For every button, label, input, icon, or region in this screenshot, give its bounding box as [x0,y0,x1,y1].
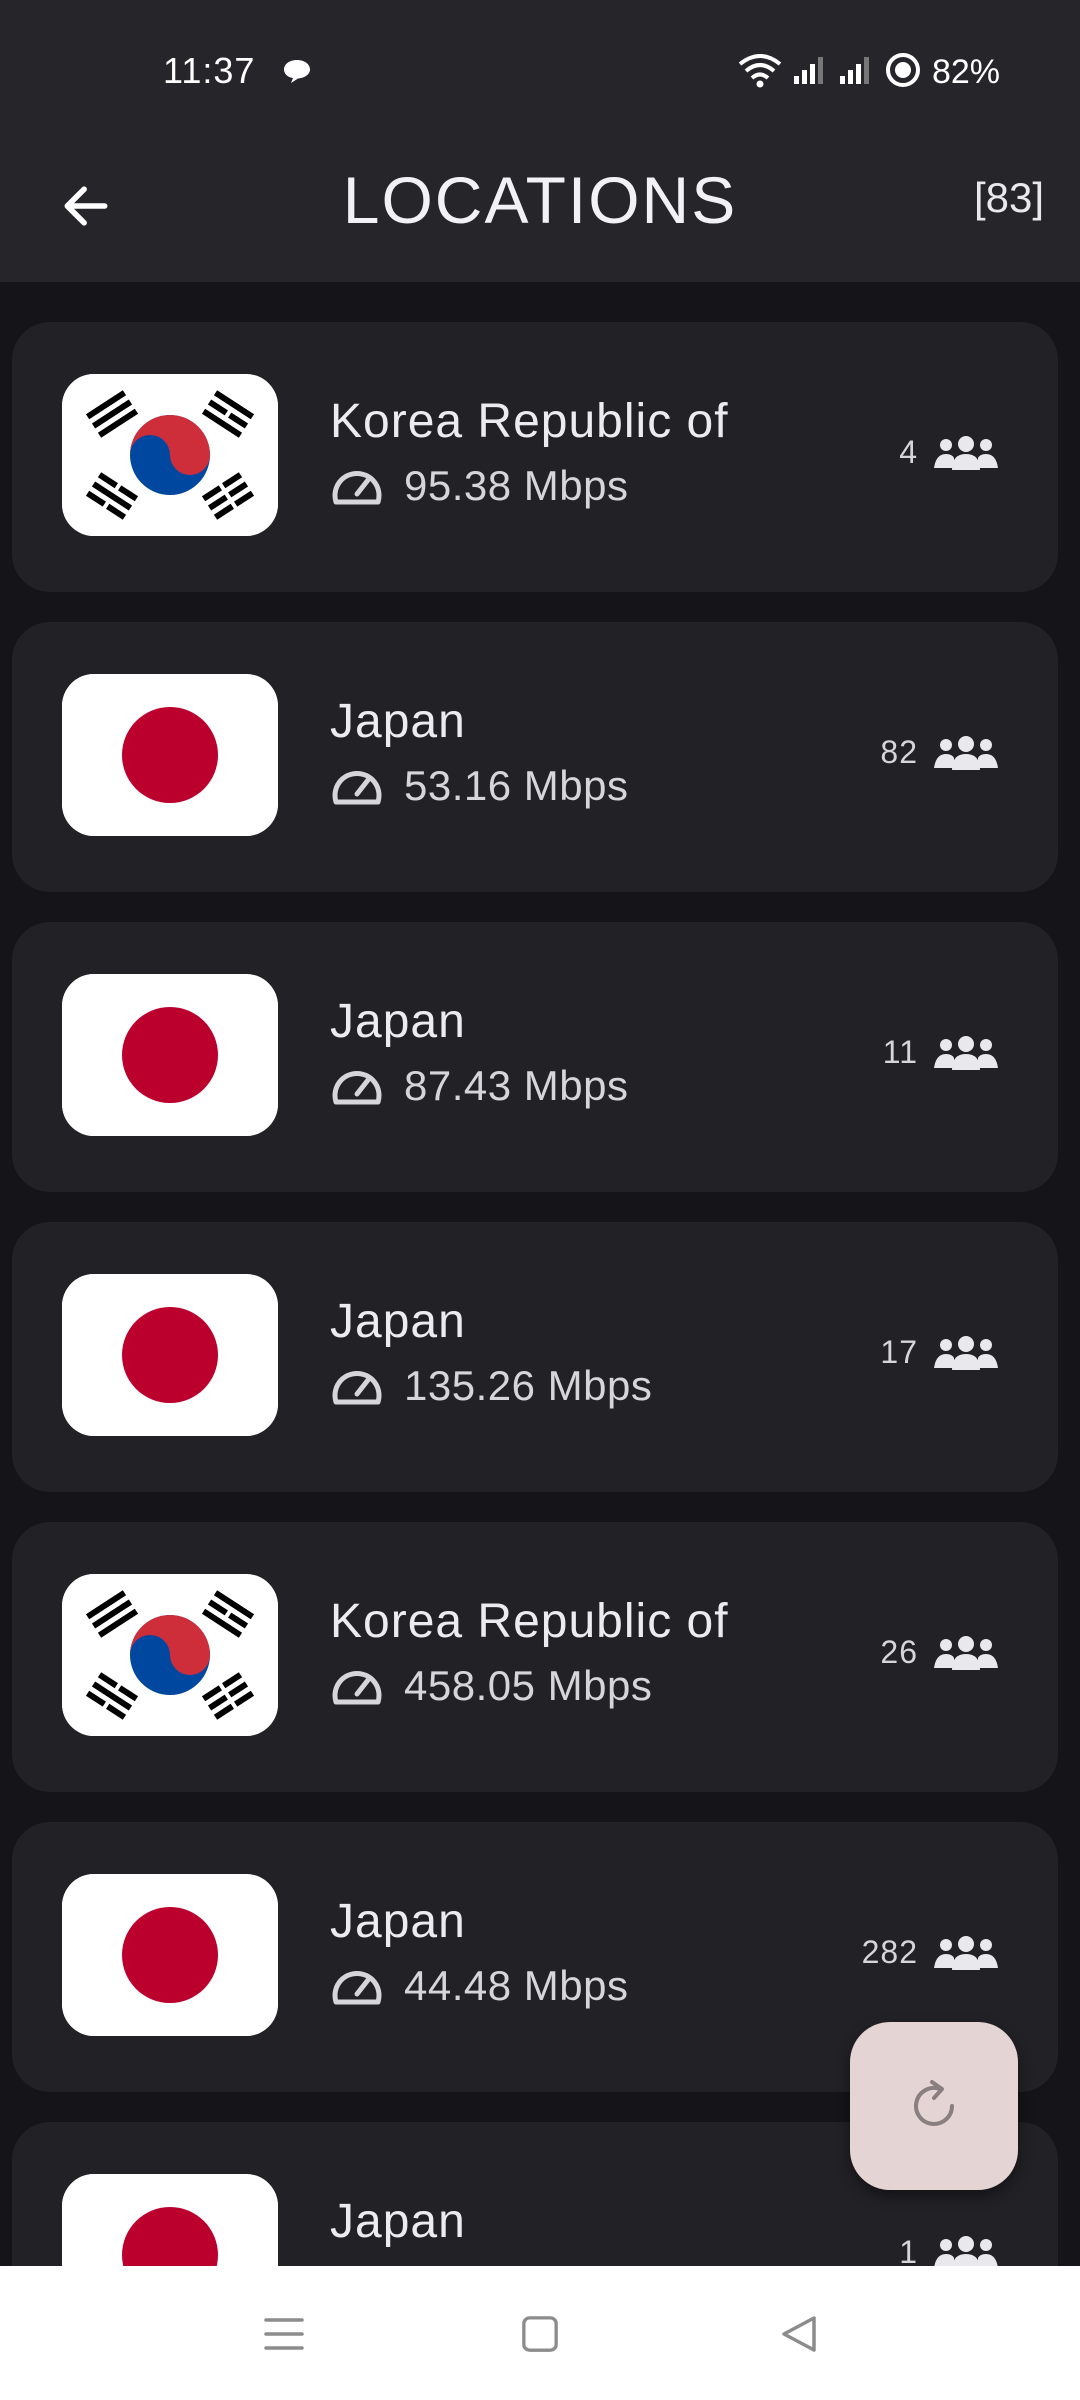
location-card[interactable]: Japan 135.26 Mbps 17 [12,1222,1058,1492]
japan-flag-icon [62,1874,278,2036]
japan-flag-icon [62,974,278,1136]
page-title: LOCATIONS [342,163,738,237]
users-group-icon [934,1635,998,1670]
country-name: Japan [330,995,466,1048]
nav-home-button[interactable] [510,2304,570,2364]
user-count: 26 [880,1634,918,1670]
users-info: 282 [862,1934,998,1971]
refresh-icon [914,2080,954,2126]
system-nav-bar [0,2266,1080,2400]
speedometer-icon [332,470,382,505]
users-info: 4 [899,434,998,471]
country-name: Japan [330,695,466,748]
speed-value: 135.26 Mbps [404,1362,653,1409]
speedometer-icon [332,1370,382,1405]
user-count: 4 [899,434,918,470]
users-group-icon [934,1035,998,1070]
users-group-icon [934,435,998,470]
japan-flag-icon [62,2174,278,2266]
speed-value: 95.38 Mbps [404,462,629,509]
speedometer-icon [332,770,382,805]
korea-flag-icon [62,374,278,536]
user-count: 282 [861,1934,918,1970]
users-info: 11 [883,1034,998,1071]
app-bar: LOCATIONS [83] [0,140,1080,282]
japan-flag-icon [62,674,278,836]
triangle-back-icon [782,2316,816,2352]
speed-row: 44.48 Mbps [330,1962,628,2010]
location-count: [83] [973,174,1044,221]
status-bar: 11:37 82% [0,0,1080,140]
speed-row: 87.43 Mbps [330,1062,628,1110]
user-count: 1 [899,2234,918,2266]
signal-icon-2 [838,54,874,91]
speed-value: 53.16 Mbps [404,762,629,809]
speed-value: 87.43 Mbps [404,1062,629,1109]
speedometer-icon [332,1970,382,2005]
location-card[interactable]: Japan 87.43 Mbps 11 [12,922,1058,1192]
country-name: Japan [330,1895,466,1948]
user-count: 11 [882,1034,918,1070]
country-name: Korea Republic of [330,1595,729,1648]
signal-icon [792,54,828,91]
speed-row: 458.05 Mbps [330,1662,652,1710]
speedometer-icon [332,1670,382,1705]
speedometer-icon [332,1070,382,1105]
battery-level: 82% [931,52,1000,91]
chat-notification-icon [282,58,312,84]
users-group-icon [934,2235,998,2266]
users-info: 1 [899,2234,998,2266]
nav-back-button[interactable] [770,2304,830,2364]
country-name: Japan [330,1295,466,1348]
users-group-icon [934,1335,998,1370]
speed-value: 458.05 Mbps [404,1662,653,1709]
speed-value: 44.48 Mbps [404,1962,629,2009]
location-card[interactable]: Korea Republic of 458.05 Mbps 26 [12,1522,1058,1792]
status-icons: 82% [738,50,1000,94]
status-time: 11:37 [163,50,256,91]
korea-flag-icon [62,1574,278,1736]
users-group-icon [934,1935,998,1970]
menu-lines-icon [264,2318,304,2350]
japan-flag-icon [62,1274,278,1436]
refresh-button[interactable] [850,2022,1018,2190]
users-info: 82 [880,734,998,771]
square-home-icon [522,2316,558,2352]
nav-recent-button[interactable] [254,2304,314,2364]
country-name: Korea Republic of [330,395,729,448]
speed-row: 53.16 Mbps [330,762,628,810]
user-count: 17 [880,1334,918,1370]
battery-icon [884,51,922,94]
location-card[interactable]: Japan 53.16 Mbps 82 [12,622,1058,892]
country-name: Japan [330,2195,466,2248]
location-card[interactable]: Korea Republic of 95.38 Mbps 4 [12,322,1058,592]
user-count: 82 [880,734,918,770]
users-group-icon [934,735,998,770]
users-info: 26 [880,1634,998,1671]
users-info: 17 [880,1334,998,1371]
location-list[interactable]: Korea Republic of 95.38 Mbps 4 Japan 53.… [0,282,1080,2266]
speed-row: 135.26 Mbps [330,1362,652,1410]
speed-row: 95.38 Mbps [330,462,628,510]
wifi-icon [738,52,782,93]
